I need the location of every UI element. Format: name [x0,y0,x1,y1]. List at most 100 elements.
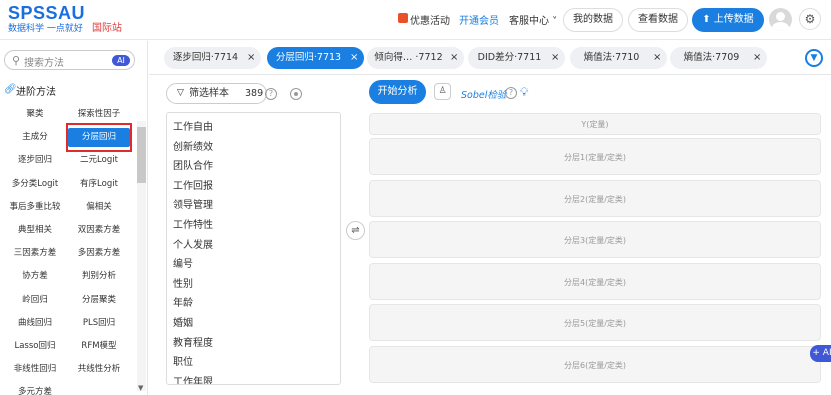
close-icon[interactable]: × [753,47,761,69]
method-button[interactable]: 探索性因子 [68,105,130,124]
analysis-tab[interactable]: 熵值法·7709 × [670,47,767,69]
sidebar-scroll-thumb[interactable] [137,127,146,183]
method-button[interactable]: 聚类 [4,105,66,124]
y-dropzone[interactable]: Y(定量) [369,113,821,135]
method-button[interactable]: 曲线回归 [4,314,66,333]
scroll-down-arrow-icon[interactable]: ▼ [138,384,143,392]
method-button[interactable]: 非线性回归 [4,360,66,379]
sample-count: 389 [245,88,264,99]
analysis-tab[interactable]: 熵值法·7710 × [570,47,667,69]
clear-icon[interactable]: ♙ [434,83,451,100]
variable-item[interactable]: 团队合作 [173,157,213,172]
method-button[interactable]: RFM模型 [68,337,130,356]
method-button[interactable]: Lasso回归 [4,337,66,356]
tab-label: 熵值法·7709 [683,52,740,63]
ai-assistant-button[interactable]: + AI [810,345,831,362]
ai-search-badge[interactable]: AI [112,55,130,66]
method-button[interactable]: PLS回归 [68,314,130,333]
variable-item[interactable]: 年龄 [173,294,193,309]
variable-list[interactable]: ▼ 工作自由创新绩效团队合作工作回报领导管理工作特性个人发展编号性别年龄婚姻教育… [166,112,341,385]
method-sidebar: ⚲ 搜索方法 AI 🔗︎ 进阶方法 ▼ 聚类 探索性因子 主成分 分层回归 逐步回归 二元… [0,41,148,395]
method-button[interactable]: 多因素方差 [68,244,130,263]
method-button[interactable]: 事后多重比较 [4,198,66,217]
analysis-tab[interactable]: DID差分·7711 × [468,47,565,69]
close-icon[interactable]: × [653,47,661,69]
variable-item[interactable]: 编号 [173,255,193,270]
method-button[interactable]: 岭回归 [4,291,66,310]
method-button[interactable]: 判别分析 [68,267,130,286]
method-button[interactable]: 主成分 [4,128,66,147]
method-button[interactable]: 共线性分析 [68,360,130,379]
avatar[interactable] [769,8,792,31]
section-title[interactable]: 进阶方法 [16,83,56,98]
tab-label: 倾向得… ·7712 [374,52,443,63]
close-icon[interactable]: × [450,47,458,69]
method-button[interactable]: 逐步回归 [4,151,66,170]
lightbulb-icon[interactable]: 💡︎ [520,85,528,100]
filter-icon: ▽ [177,88,184,98]
variable-item[interactable]: 工作年限 [173,373,213,384]
top-header: SPSSAU 数据科学 一点就好 国际站 优惠活动 开通会员 客服中心 ˅ 我的… [0,0,831,40]
upload-icon: ⬆ [702,14,714,25]
search-placeholder: 搜索方法 [24,58,64,69]
variable-item[interactable]: 创新绩效 [173,138,213,153]
layer-dropzone[interactable]: 分层5(定量/定类) [369,304,821,342]
search-icon: ⚲ [12,54,21,67]
method-button[interactable]: 二元Logit [68,151,130,170]
variable-item[interactable]: 教育程度 [173,334,213,349]
close-icon[interactable]: × [350,47,358,69]
variable-item[interactable]: 个人发展 [173,236,213,251]
search-input[interactable]: ⚲ 搜索方法 AI [4,50,135,70]
swap-icon[interactable]: ⇌ [346,221,365,240]
tab-label: DID差分·7711 [477,52,542,63]
method-button[interactable]: 偏相关 [68,198,130,217]
view-data-button[interactable]: 查看数据 [628,8,688,32]
analysis-tab[interactable]: 逐步回归·7714 × [164,47,261,69]
tab-label: 分层回归·7713 [275,52,342,63]
service-center-menu[interactable]: 客服中心 ˅ [509,12,557,27]
my-data-button[interactable]: 我的数据 [563,8,623,32]
method-button[interactable]: 协方差 [4,267,66,286]
method-button[interactable]: 分层回归 [68,128,130,148]
layer-dropzone[interactable]: 分层2(定量/定类) [369,179,821,217]
intl-site-link[interactable]: 国际站 [92,19,122,34]
variable-item[interactable]: 工作特性 [173,216,213,231]
layer-dropzone[interactable]: 分层3(定量/定类) [369,221,821,259]
sobel-test-link[interactable]: Sobel检验 [461,87,506,101]
radio-toggle[interactable] [290,88,302,100]
start-analysis-button[interactable]: 开始分析 [369,80,426,104]
promo-link[interactable]: 优惠活动 [410,12,450,27]
variable-item[interactable]: 性别 [173,275,193,290]
upload-data-button[interactable]: ⬆ 上传数据 [692,8,764,32]
variable-item[interactable]: 领导管理 [173,196,213,211]
gift-icon [398,13,408,23]
method-button[interactable]: 分层聚类 [68,291,130,310]
help-icon[interactable]: ? [265,88,277,100]
analysis-tab[interactable]: 分层回归·7713 × [267,47,364,69]
analysis-tab-bar: 逐步回归·7714 × 分层回归·7713 × 倾向得… ·7712 × DID差分·771… [149,41,831,75]
method-button[interactable]: 有序Logit [68,175,130,194]
analysis-tab[interactable]: 倾向得… ·7712 × [367,47,464,69]
vip-link[interactable]: 开通会员 [459,12,499,27]
chevron-down-icon[interactable]: ▼ [805,49,823,67]
method-button[interactable]: 典型相关 [4,221,66,240]
close-icon[interactable]: × [551,47,559,69]
gear-icon[interactable]: ⚙ [799,8,821,30]
help-icon[interactable]: ? [505,87,517,99]
variable-item[interactable]: 工作回报 [173,177,213,192]
variable-item[interactable]: 职位 [173,353,193,368]
layer-dropzone[interactable]: 分层1(定量/定类) [369,138,821,175]
method-button[interactable]: 多元方差 [4,383,66,395]
method-button[interactable]: 三因素方差 [4,244,66,263]
variable-item[interactable]: 工作自由 [173,118,213,133]
upload-label: 上传数据 [713,14,754,25]
method-button[interactable]: 多分类Logit [4,175,66,194]
variable-item[interactable]: 婚姻 [173,314,193,329]
method-button[interactable]: 双因素方差 [68,221,130,240]
filter-label: 筛选样本 [189,88,229,99]
link-icon: 🔗︎ [4,84,17,95]
close-icon[interactable]: × [247,47,255,69]
tab-label: 熵值法·7710 [583,52,640,63]
layer-dropzone[interactable]: 分层4(定量/定类) [369,262,821,300]
layer-dropzone[interactable]: 分层6(定量/定类) [369,346,821,383]
